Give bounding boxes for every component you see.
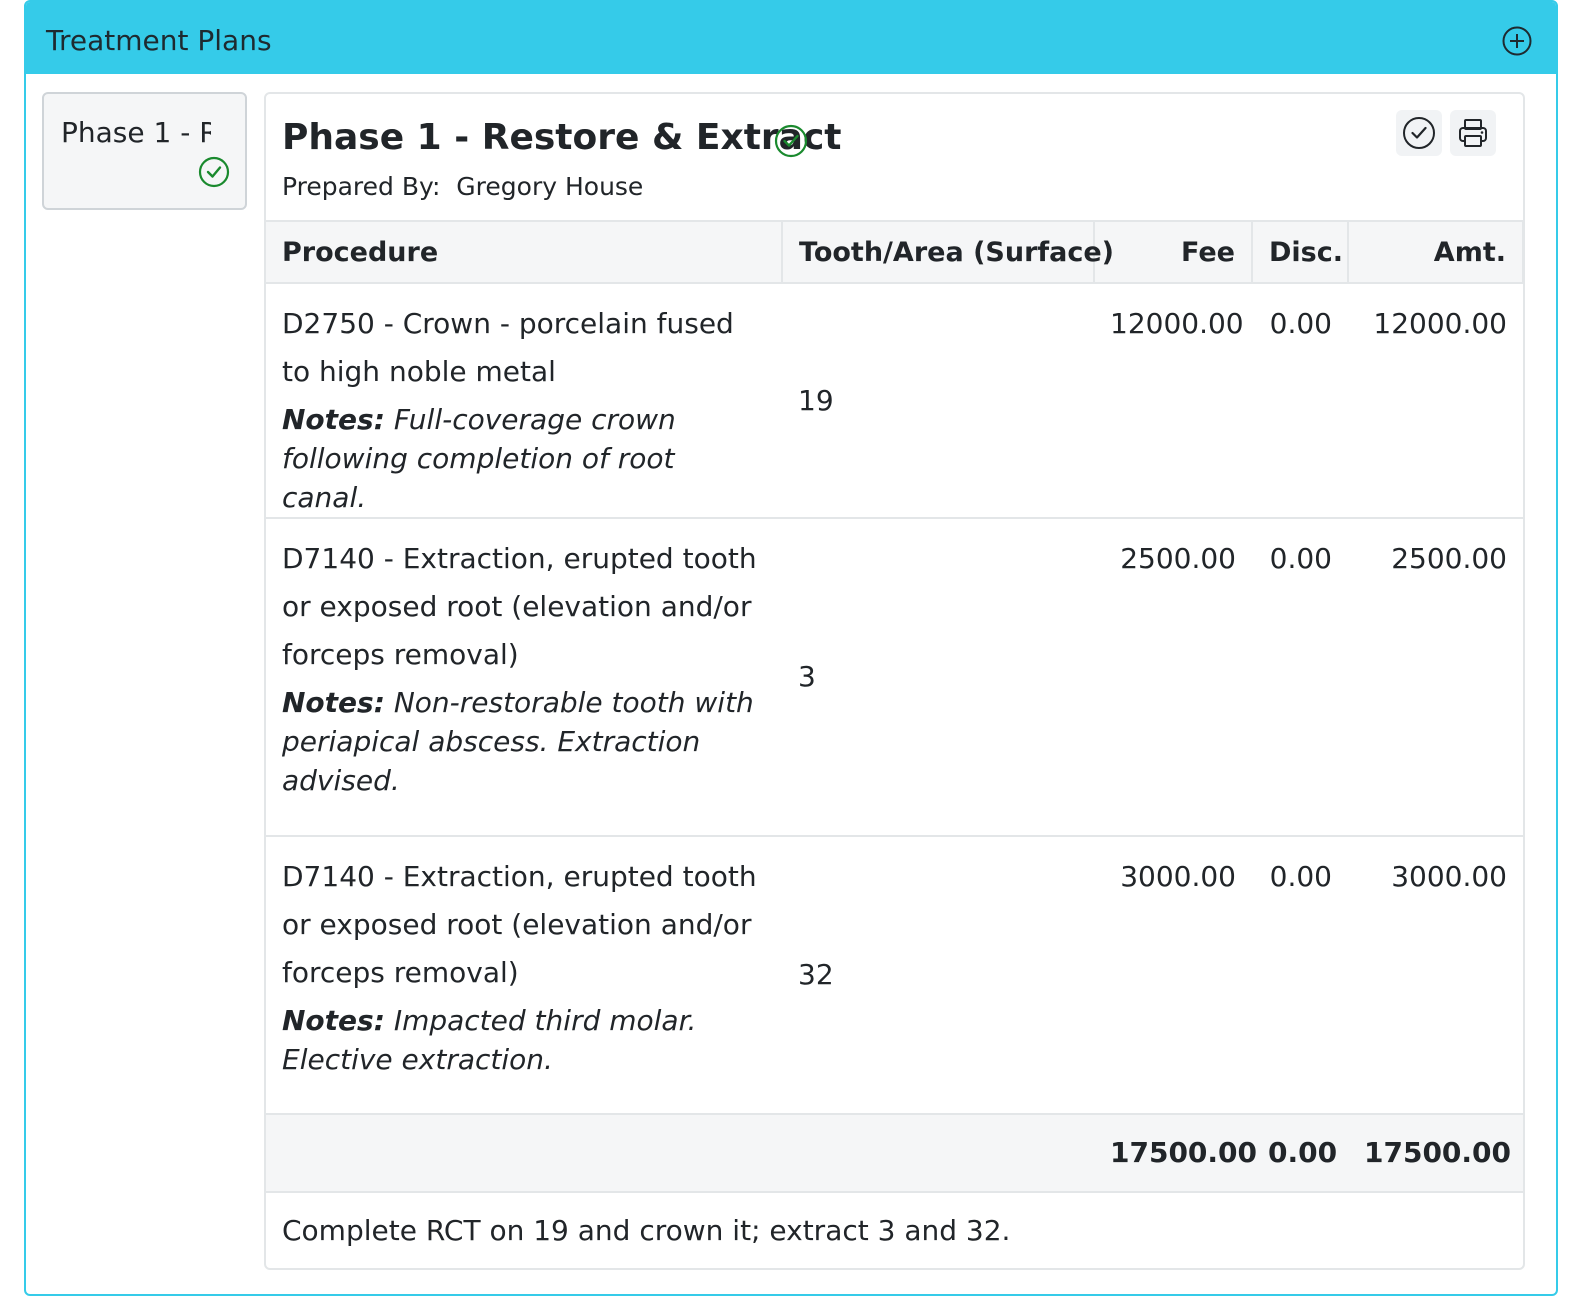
table-row: D2750 - Crown - porcelain fused to high …: [266, 283, 1523, 519]
plan-summary: Complete RCT on 19 and crown it; extract…: [282, 1214, 1011, 1247]
table-row: D7140 - Extraction, erupted tooth or exp…: [266, 518, 1523, 837]
procedure-cell: D2750 - Crown - porcelain fused to high …: [266, 283, 782, 519]
amt-cell: 2500.00: [1348, 518, 1523, 837]
tooth-cell: 19: [782, 283, 1094, 519]
column-header-procedure: Procedure: [266, 220, 783, 284]
procedure-description: D7140 - Extraction, erupted tooth or exp…: [282, 860, 757, 989]
plus-circle-icon: [1502, 26, 1532, 56]
amt-cell: 12000.00: [1348, 283, 1523, 519]
check-circle-icon: [1403, 117, 1435, 149]
tooth-cell: 32: [782, 836, 1094, 1115]
procedures-table: Procedure Tooth/Area (Surface) Fee Disc.…: [266, 220, 1523, 1193]
card-title: Treatment Plans: [46, 24, 272, 57]
mark-complete-button[interactable]: [1396, 110, 1442, 156]
procedure-notes: Notes: Non-restorable tooth with periapi…: [282, 683, 766, 800]
table-row: D7140 - Extraction, erupted tooth or exp…: [266, 836, 1523, 1115]
treatment-plans-card: Treatment Plans Phase 1 - R Phase 1 - Re…: [24, 0, 1558, 1296]
fee-cell: 12000.00: [1094, 283, 1252, 519]
notes-label: Notes:: [282, 403, 385, 436]
disc-cell: 0.00: [1252, 836, 1348, 1115]
procedure-cell: D7140 - Extraction, erupted tooth or exp…: [266, 836, 782, 1115]
plan-title: Phase 1 - Restore & Extract: [282, 117, 842, 158]
fee-cell: 2500.00: [1094, 518, 1252, 837]
procedure-description: D7140 - Extraction, erupted tooth or exp…: [282, 542, 757, 671]
totals-row: 17500.00 0.00 17500.00: [266, 1114, 1523, 1193]
column-header-disc: Disc.: [1252, 220, 1349, 284]
procedure-notes: Notes: Impacted third molar. Elective ex…: [282, 1001, 766, 1079]
total-disc: 0.00: [1252, 1114, 1348, 1193]
notes-label: Notes:: [282, 1004, 385, 1037]
total-fee: 17500.00: [1094, 1114, 1257, 1193]
amt-cell: 3000.00: [1348, 836, 1523, 1115]
procedure-notes: Notes: Full-coverage crown following com…: [282, 400, 766, 517]
column-header-amt: Amt.: [1348, 220, 1523, 284]
phase-tab-label: Phase 1 - R: [61, 116, 211, 149]
notes-label: Notes:: [282, 686, 385, 719]
totals-spacer: [782, 1114, 1094, 1193]
prepared-by: Prepared By: Gregory House: [282, 172, 644, 201]
fee-cell: 3000.00: [1094, 836, 1252, 1115]
check-circle-icon: [774, 124, 808, 158]
tooth-cell: 3: [782, 518, 1094, 837]
treatment-plan-panel: Phase 1 - Restore & Extract Prepared By:…: [264, 92, 1525, 1270]
totals-spacer: [266, 1114, 782, 1193]
phase-tab-phase-1[interactable]: Phase 1 - R: [42, 92, 247, 210]
disc-cell: 0.00: [1252, 518, 1348, 837]
column-header-fee: Fee: [1094, 220, 1253, 284]
procedure-cell: D7140 - Extraction, erupted tooth or exp…: [266, 518, 782, 837]
total-amt: 17500.00: [1348, 1114, 1523, 1193]
card-header: Treatment Plans: [26, 2, 1556, 74]
check-circle-icon: [198, 156, 230, 188]
table-header-row: Procedure Tooth/Area (Surface) Fee Disc.…: [266, 220, 1523, 284]
print-button[interactable]: [1450, 110, 1496, 156]
printer-icon: [1459, 119, 1487, 147]
procedure-description: D2750 - Crown - porcelain fused to high …: [282, 307, 734, 388]
add-plan-button[interactable]: [1502, 26, 1532, 56]
column-header-tooth: Tooth/Area (Surface): [782, 220, 1114, 284]
disc-cell: 0.00: [1252, 283, 1348, 519]
